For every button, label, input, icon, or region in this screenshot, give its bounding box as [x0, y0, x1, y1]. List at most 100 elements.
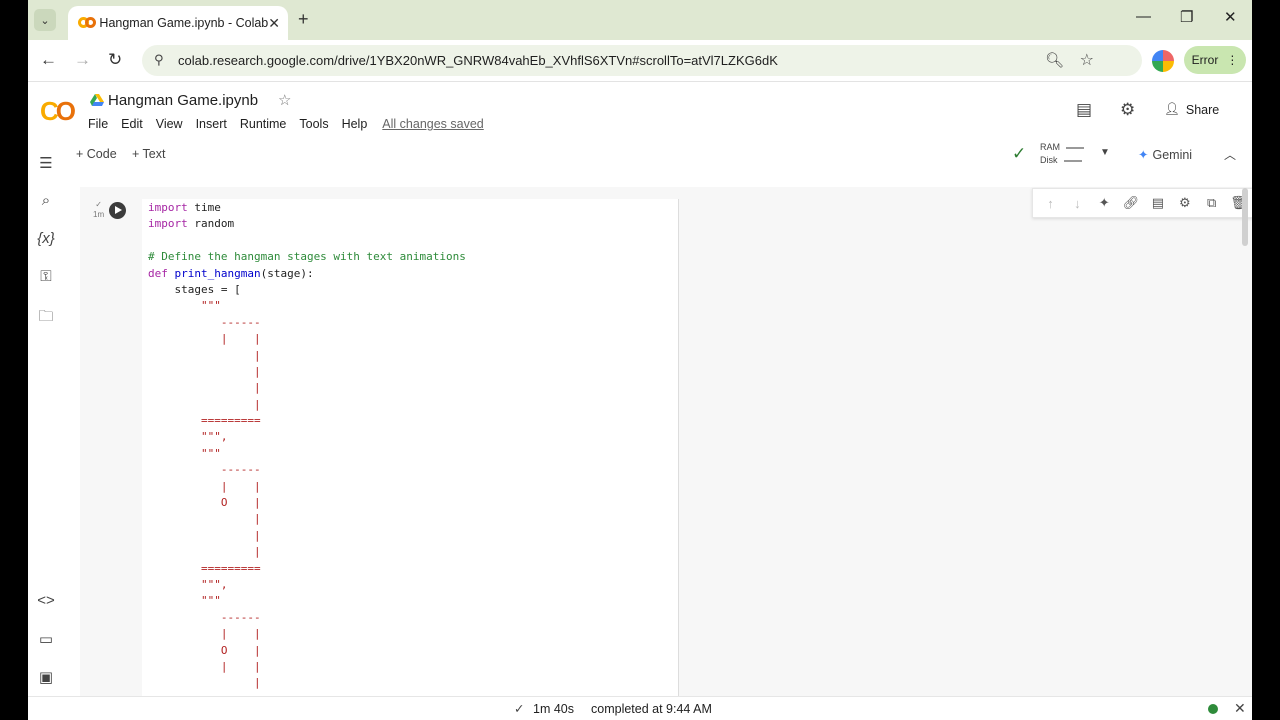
share-label: Share [1185, 102, 1220, 117]
code-line[interactable]: | | [148, 659, 678, 675]
link-icon[interactable]: 🔗︎ [1121, 195, 1141, 211]
url-text[interactable]: colab.research.google.com/drive/1YBX20nW… [178, 53, 778, 68]
terminal-icon[interactable]: ▣ [36, 668, 56, 686]
gemini-button[interactable]: ✦ Gemini [1138, 147, 1192, 162]
completed-time[interactable]: completed at 9:44 AM [591, 702, 712, 716]
menu-view[interactable]: View [156, 117, 183, 131]
code-line[interactable]: import random [148, 216, 678, 232]
code-line[interactable]: O | [148, 643, 678, 659]
code-line[interactable]: | [148, 511, 678, 527]
comments-icon[interactable]: ▤ [1076, 100, 1092, 120]
run-duration[interactable]: 1m 40s [533, 702, 574, 716]
menu-runtime[interactable]: Runtime [240, 117, 287, 131]
new-tab-icon[interactable]: + [298, 9, 309, 30]
gemini-label: Gemini [1152, 148, 1193, 162]
code-line[interactable]: """, [148, 577, 678, 593]
code-line[interactable]: """ [148, 446, 678, 462]
add-code-button[interactable]: + Code [76, 147, 117, 161]
code-line[interactable]: | [148, 397, 678, 413]
code-line[interactable]: ------ [148, 315, 678, 331]
share-button[interactable]: 👤︎ Share [1164, 102, 1219, 117]
status-close-icon[interactable]: ✕ [1234, 700, 1246, 717]
comment-icon[interactable]: ▤ [1148, 195, 1168, 211]
code-line[interactable] [148, 233, 678, 249]
code-line[interactable]: def print_hangman(stage): [148, 266, 678, 282]
profile-avatar[interactable] [1152, 50, 1174, 72]
star-notebook-icon[interactable]: ☆ [278, 91, 291, 109]
connected-check-icon[interactable]: ✓ [1012, 144, 1026, 164]
code-line[interactable]: | [148, 675, 678, 691]
code-line[interactable]: | | [148, 479, 678, 495]
menu-insert[interactable]: Insert [196, 117, 227, 131]
tab-strip: ⌄ Hangman Game.ipynb - Colab ✕ + — ❐ ✕ [28, 0, 1252, 40]
code-line[interactable]: import time [148, 200, 678, 216]
run-cell-button[interactable] [109, 202, 126, 219]
tab-close-icon[interactable]: ✕ [268, 15, 280, 32]
move-down-icon[interactable]: ↓ [1067, 196, 1087, 211]
code-line[interactable]: stages = [ [148, 282, 678, 298]
settings-gear-icon[interactable]: ⚙ [1120, 100, 1135, 120]
ram-disk-indicator[interactable]: RAM Disk [1040, 141, 1084, 167]
menu-edit[interactable]: Edit [121, 117, 143, 131]
code-line[interactable]: | | [148, 626, 678, 642]
restore-icon[interactable]: ❐ [1180, 8, 1193, 26]
menu-file[interactable]: File [88, 117, 108, 131]
code-line[interactable]: ========= [148, 561, 678, 577]
reload-icon[interactable]: ↻ [108, 50, 122, 70]
save-status[interactable]: All changes saved [382, 117, 483, 131]
search-icon[interactable]: ⌕ [36, 192, 56, 209]
secrets-key-icon[interactable]: ⚿ [36, 268, 56, 285]
menu-help[interactable]: Help [342, 117, 368, 131]
zoom-icon[interactable]: 🔍︎ [1045, 51, 1064, 69]
forward-icon[interactable]: → [74, 50, 91, 70]
variables-icon[interactable]: {x} [36, 230, 56, 247]
code-line[interactable]: | | [148, 331, 678, 347]
add-text-button[interactable]: + Text [132, 147, 165, 161]
browser-tab[interactable]: Hangman Game.ipynb - Colab ✕ [68, 6, 288, 40]
menu-tools[interactable]: Tools [299, 117, 328, 131]
code-line[interactable]: # Define the hangman stages with text an… [148, 249, 678, 265]
runtime-dropdown-icon[interactable]: ▼ [1100, 147, 1110, 158]
collapse-chevron-icon[interactable]: ︿ [1224, 146, 1236, 163]
back-icon[interactable]: ← [40, 50, 57, 70]
code-line[interactable]: | [148, 348, 678, 364]
window-close-icon[interactable]: ✕ [1224, 8, 1237, 26]
code-snippets-icon[interactable]: <> [36, 592, 56, 609]
table-of-contents-icon[interactable]: ☰ [36, 154, 56, 172]
code-cell[interactable]: ✓ 1m import time import random # Define th… [80, 187, 1252, 697]
code-line[interactable]: ------ [148, 610, 678, 626]
scrollbar[interactable] [1242, 188, 1248, 246]
code-line[interactable]: ------ [148, 462, 678, 478]
command-palette-icon[interactable]: ▭ [36, 630, 56, 648]
tab-title: Hangman Game.ipynb - Colab [99, 16, 269, 30]
minimize-icon[interactable]: — [1136, 8, 1151, 25]
code-line[interactable]: """, [148, 429, 678, 445]
code-line[interactable]: | [148, 380, 678, 396]
mirror-cell-icon[interactable]: ⧉ [1202, 195, 1222, 211]
status-bar: ✓ 1m 40s completed at 9:44 AM ✕ [28, 696, 1252, 720]
move-up-icon[interactable]: ↑ [1040, 196, 1060, 211]
cell-settings-icon[interactable]: ⚙ [1175, 195, 1195, 211]
gemini-cell-icon[interactable]: ✦ [1094, 195, 1114, 211]
error-button[interactable]: Error ⋮ [1184, 46, 1246, 74]
code-line[interactable]: | [148, 528, 678, 544]
code-line[interactable]: | [148, 544, 678, 560]
colab-header: CO Hangman Game.ipynb ☆ File Edit View I… [28, 82, 1252, 140]
connection-status-dot[interactable] [1208, 704, 1218, 714]
tab-search-chevron-icon[interactable]: ⌄ [34, 9, 56, 31]
colab-logo[interactable]: CO [40, 96, 76, 127]
execution-time: 1m [93, 210, 105, 219]
notebook-title[interactable]: Hangman Game.ipynb [108, 92, 258, 109]
bookmark-star-icon[interactable]: ☆ [1080, 50, 1094, 70]
code-line[interactable]: """ [148, 298, 678, 314]
code-editor[interactable]: import time import random # Define the ha… [142, 199, 678, 697]
error-label: Error [1191, 53, 1219, 67]
code-line[interactable]: O | [148, 495, 678, 511]
code-line[interactable]: | [148, 364, 678, 380]
execution-status: ✓ 1m [93, 200, 105, 219]
address-bar[interactable]: ⚲ colab.research.google.com/drive/1YBX20… [142, 45, 1142, 76]
code-line[interactable]: ========= [148, 413, 678, 429]
site-info-icon[interactable]: ⚲ [154, 52, 164, 68]
code-line[interactable]: """ [148, 593, 678, 609]
files-folder-icon[interactable]: 🗀 [36, 306, 56, 331]
